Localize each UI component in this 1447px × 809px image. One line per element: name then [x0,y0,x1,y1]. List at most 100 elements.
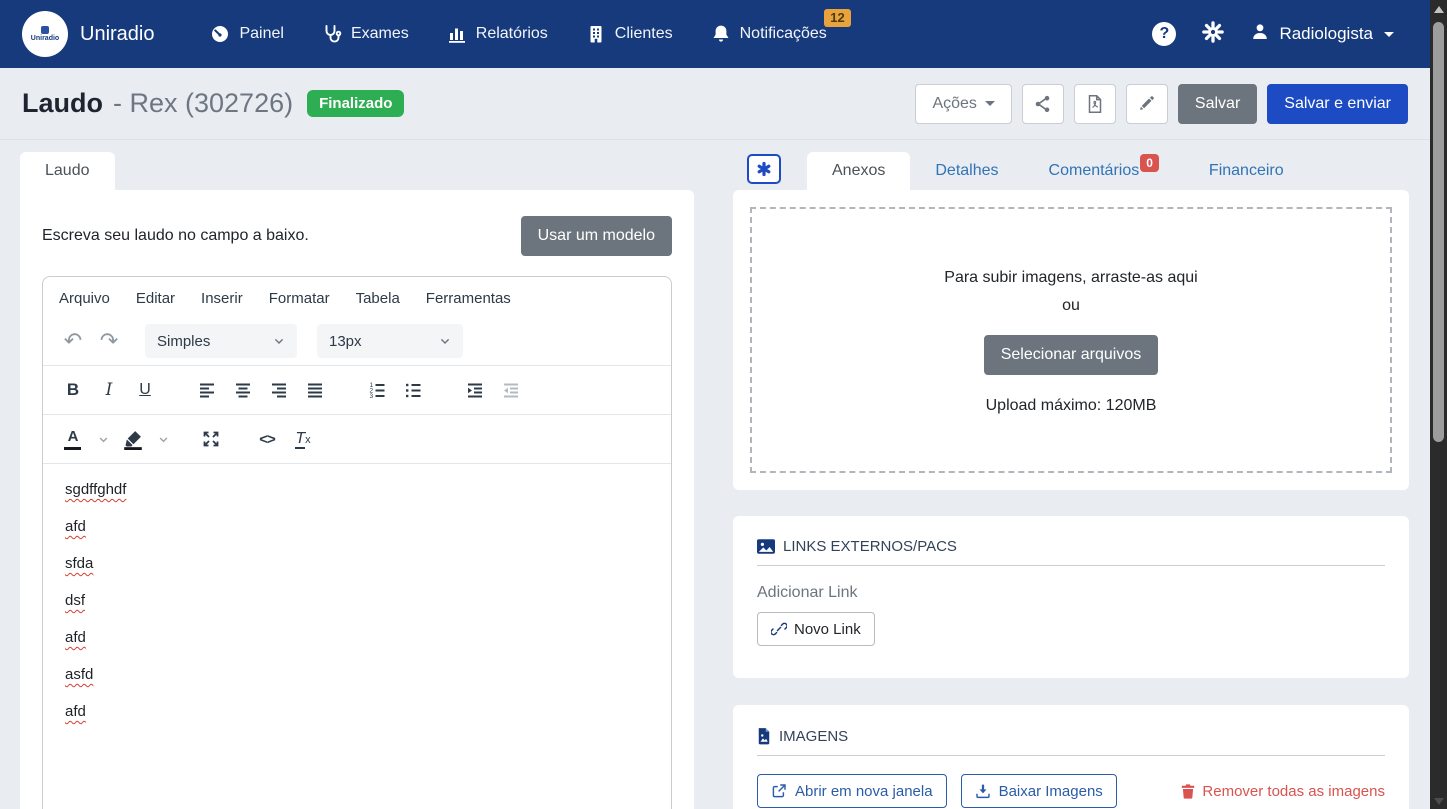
scrollbar-up-arrow[interactable] [1433,6,1444,13]
nav-item-notificacoes[interactable]: Notificações 12 [711,9,851,44]
edit-button[interactable] [1125,83,1168,124]
use-template-button[interactable]: Usar um modelo [520,216,672,256]
menu-tabela[interactable]: Tabela [356,290,400,307]
attachments-card: Para subir imagens, arraste-as aqui ou S… [733,190,1409,490]
tab-detalhes[interactable]: Detalhes [910,152,1023,190]
help-icon[interactable]: ? [1152,22,1177,46]
menu-arquivo[interactable]: Arquivo [59,290,110,307]
pdf-file-icon [1088,94,1102,113]
editor-content-area[interactable]: sgdffghdf afd sfda dsf afd asfd afd [43,463,671,757]
download-images-label: Baixar Imagens [998,782,1103,800]
comments-count-badge: 0 [1140,154,1159,172]
align-left-button[interactable] [189,372,225,408]
bullet-list-button[interactable] [395,372,431,408]
user-menu[interactable]: Radiologista [1250,22,1394,47]
report-column: Laudo Escreva seu laudo no campo a baixo… [20,147,694,809]
tab-anexos[interactable]: Anexos [807,152,911,190]
editor-menubar: Arquivo Editar Inserir Formatar Tabela F… [43,277,671,317]
share-button[interactable] [1021,83,1064,124]
highlight-color-dropdown[interactable] [151,421,175,457]
page-subtitle: - Rex (302726) [113,88,294,118]
open-new-window-button[interactable]: Abrir em nova janela [757,774,947,808]
save-button[interactable]: Salvar [1177,83,1258,124]
justify-button[interactable] [297,372,333,408]
nav-item-clientes[interactable]: Clientes [586,24,673,44]
notification-count-badge: 12 [824,9,851,28]
viewer-button[interactable] [747,154,781,184]
source-code-button[interactable]: <> [249,421,285,457]
remove-all-images-button[interactable]: Remover todas as imagens [1181,783,1385,800]
undo-button[interactable]: ↶ [55,323,91,359]
italic-button[interactable]: I [91,372,127,408]
download-icon [975,784,990,799]
align-right-button[interactable] [261,372,297,408]
dropzone-or-text: ou [1062,297,1080,314]
share-icon [1035,95,1050,112]
gear-icon[interactable] [1202,20,1225,48]
bell-icon [711,24,731,44]
scrollbar-down-arrow[interactable] [1433,798,1444,805]
outdent-icon [504,383,518,398]
nav-item-label: Painel [239,25,284,42]
underline-button[interactable]: U [127,372,163,408]
uniradio-logo: Uniradio [22,11,68,57]
status-badge: Finalizado [307,90,405,117]
tab-laudo[interactable]: Laudo [20,152,115,190]
nav-item-exames[interactable]: Exames [322,24,409,44]
ordered-list-button[interactable]: 123 [359,372,395,408]
instruction-row: Escreva seu laudo no campo a baixo. Usar… [42,216,672,256]
links-section-label: LINKS EXTERNOS/PACS [783,538,957,555]
paragraph-style-select[interactable]: Simples [145,324,297,358]
select-files-button[interactable]: Selecionar arquivos [983,335,1159,375]
fontsize-select-value: 13px [329,332,362,350]
redo-button[interactable]: ↷ [91,323,127,359]
nav-item-painel[interactable]: Painel [210,24,284,44]
acoes-label: Ações [932,94,977,112]
pdf-button[interactable] [1073,83,1116,124]
text-color-dropdown[interactable] [91,421,115,457]
dashboard-icon [210,24,230,44]
clear-formatting-button[interactable]: Tx [285,421,321,457]
tab-comentarios[interactable]: Comentários 0 [1024,152,1184,190]
user-name: Radiologista [1279,24,1373,43]
stethoscope-icon [322,24,342,44]
fullscreen-button[interactable] [193,421,229,457]
indent-button[interactable] [457,372,493,408]
vertical-scrollbar[interactable] [1430,0,1447,809]
external-link-icon [772,784,786,798]
chevron-down-icon [984,101,995,106]
outdent-button[interactable] [493,372,529,408]
chevron-down-icon [99,437,107,442]
nav-item-label: Exames [350,25,409,42]
tab-financeiro[interactable]: Financeiro [1184,152,1309,190]
scrollbar-thumb[interactable] [1433,22,1444,442]
image-file-icon [758,728,770,745]
highlight-color-button[interactable] [115,421,151,457]
menu-editar[interactable]: Editar [136,290,175,307]
highlighter-icon [124,431,142,450]
align-center-button[interactable] [225,372,261,408]
bullet-list-icon [406,383,421,398]
bold-button[interactable]: B [55,372,91,408]
brand[interactable]: Uniradio Uniradio [22,11,154,57]
justify-icon [308,383,322,398]
menu-ferramentas[interactable]: Ferramentas [426,290,511,307]
upload-dropzone[interactable]: Para subir imagens, arraste-as aqui ou S… [750,207,1392,473]
open-new-window-label: Abrir em nova janela [795,782,933,800]
text-color-button[interactable]: A [55,421,91,457]
editor-line: afd [65,703,86,720]
nav-item-relatorios[interactable]: Relatórios [447,24,548,44]
font-size-select[interactable]: 13px [317,324,463,358]
nav-items: Painel Exames Relatórios Clientes Notifi… [210,9,851,44]
fullscreen-icon [203,431,219,447]
menu-formatar[interactable]: Formatar [269,290,330,307]
new-link-button[interactable]: Novo Link [757,612,875,646]
right-tab-strip: Anexos Detalhes Comentários 0 Financeiro [733,147,1409,190]
menu-inserir[interactable]: Inserir [201,290,243,307]
download-images-button[interactable]: Baixar Imagens [960,774,1117,808]
editor-line: sfda [65,555,94,572]
page-header: Laudo - Rex (302726) Finalizado Ações Sa… [0,68,1430,140]
new-link-label: Novo Link [794,620,861,638]
save-and-send-button[interactable]: Salvar e enviar [1267,83,1408,124]
acoes-dropdown-button[interactable]: Ações [915,83,1012,124]
